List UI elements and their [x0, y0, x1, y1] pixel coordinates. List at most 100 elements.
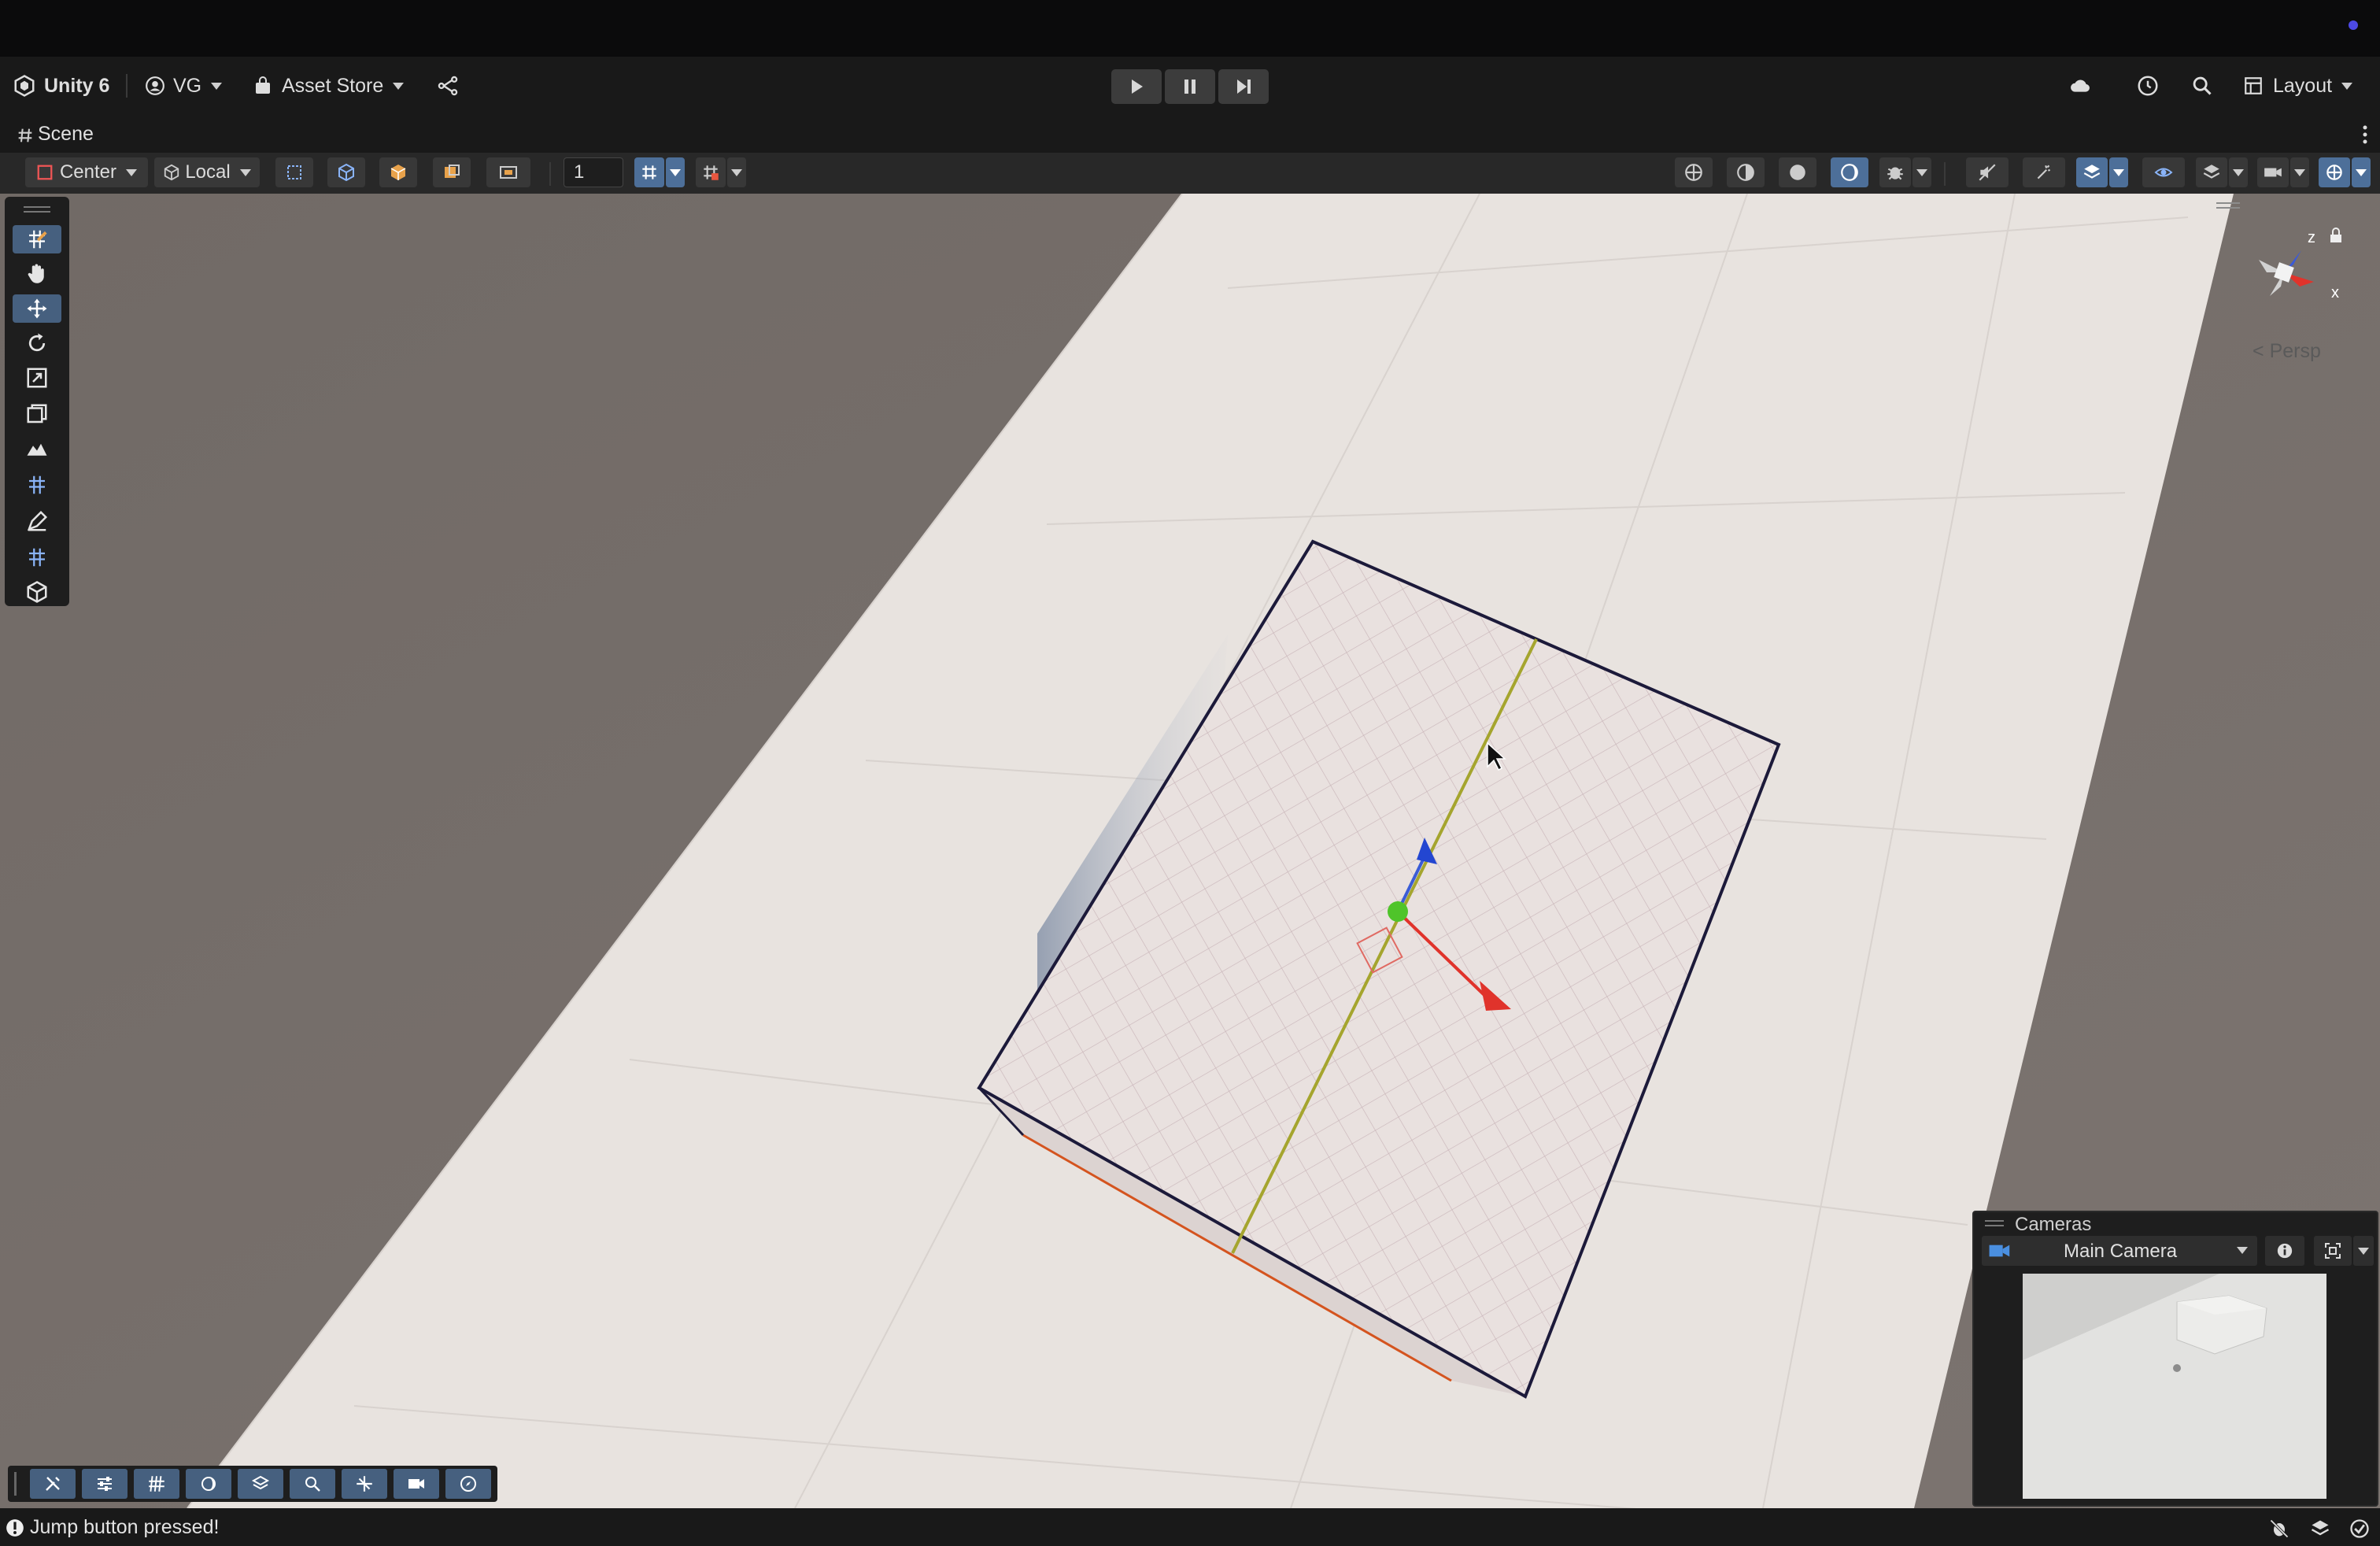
recording-indicator	[2349, 20, 2358, 30]
settings-sliders-button[interactable]	[82, 1469, 128, 1499]
camera-settings-dropdown[interactable]	[2290, 157, 2309, 187]
layers-button[interactable]	[2076, 157, 2108, 187]
snap-rect-button[interactable]	[275, 157, 313, 187]
shaded-cube-button[interactable]	[379, 157, 417, 187]
cube-icon	[338, 163, 354, 182]
tab-scene[interactable]: Scene	[38, 123, 94, 146]
camera-overlay-button[interactable]	[394, 1469, 439, 1499]
chevron-down-icon	[2294, 168, 2305, 176]
move-tool-button[interactable]	[13, 294, 61, 323]
history-button[interactable]	[2136, 57, 2160, 115]
pause-button[interactable]	[1165, 69, 1215, 104]
layout-dropdown[interactable]: Layout	[2243, 57, 2353, 115]
drag-handle[interactable]	[1985, 1220, 2004, 1222]
bottom-overlay-toolbar	[8, 1466, 497, 1502]
grid-toggle-button[interactable]	[634, 157, 664, 187]
account-dropdown[interactable]: VG	[145, 57, 223, 115]
tool-handle-button[interactable]	[433, 157, 471, 187]
compass-button[interactable]	[445, 1469, 491, 1499]
lighting-button[interactable]	[186, 1469, 231, 1499]
gizmo-icon	[2326, 165, 2342, 180]
toggle-fx-button[interactable]	[2023, 157, 2065, 187]
camera-info-button[interactable]	[2265, 1236, 2304, 1266]
drag-handle[interactable]	[14, 1472, 17, 1496]
step-button[interactable]	[1218, 69, 1269, 104]
drag-handle[interactable]	[1985, 1225, 2004, 1226]
probuilder-tool-button[interactable]	[13, 578, 61, 606]
rotate-tool-button[interactable]	[13, 329, 61, 357]
handle-icon	[445, 165, 460, 178]
edit-tool-button[interactable]	[13, 507, 61, 535]
grid-dropdown[interactable]	[666, 157, 685, 187]
rect-tool-button[interactable]	[13, 400, 61, 428]
terrain-icon	[27, 443, 47, 456]
orientation-gizmo[interactable]: z x	[2235, 219, 2345, 329]
eye-icon	[2154, 168, 2173, 177]
projection-toggle[interactable]: < Persp	[2252, 340, 2321, 363]
visibility-button[interactable]	[2142, 157, 2185, 187]
version-control-button[interactable]	[436, 57, 460, 115]
grid-paint-tool-button[interactable]	[13, 225, 61, 253]
search-overlay-button[interactable]	[290, 1469, 335, 1499]
debug-mode-dropdown[interactable]	[1913, 157, 1931, 187]
increment-snap-button[interactable]	[486, 157, 530, 187]
layers-dropdown[interactable]	[2109, 157, 2128, 187]
unlit-mode-button[interactable]	[1779, 157, 1816, 187]
search-button[interactable]	[2191, 57, 2213, 115]
camera-select-value: Main Camera	[2064, 1241, 2178, 1262]
lit-mode-button[interactable]	[1831, 157, 1868, 187]
camera-settings-button[interactable]	[2257, 157, 2289, 187]
pivot-dropdown[interactable]: Center	[25, 157, 148, 187]
grid-snap-button[interactable]	[696, 157, 726, 187]
grid-brush-tool-button[interactable]	[13, 543, 61, 571]
search-icon	[2193, 76, 2212, 95]
sliders-icon	[98, 1477, 112, 1491]
shaded-mode-button[interactable]	[1727, 157, 1765, 187]
camera-options-dropdown[interactable]	[2353, 1236, 2374, 1266]
check-circle-icon[interactable]	[2349, 1518, 2371, 1540]
toggle-2d-button[interactable]	[1966, 157, 2009, 187]
sphere-icon	[1790, 165, 1805, 180]
tools-settings-button[interactable]	[30, 1469, 76, 1499]
space-dropdown[interactable]: Local	[154, 157, 260, 187]
gizmos-button[interactable]	[2319, 157, 2350, 187]
chevron-left-icon: <	[2252, 340, 2264, 362]
rect-select-icon	[287, 165, 301, 179]
scale-tool-button[interactable]	[13, 364, 61, 392]
cube-edit-icon	[27, 581, 47, 603]
hand-tool-button[interactable]	[13, 260, 61, 288]
scene-layers-button[interactable]	[2196, 157, 2227, 187]
gizmos-dropdown[interactable]	[2352, 157, 2371, 187]
layers-icon	[2083, 165, 2101, 179]
cache-server-icon[interactable]	[2309, 1518, 2331, 1540]
camera-icon	[408, 1479, 424, 1489]
globe-icon	[1685, 164, 1702, 181]
window-title-bar	[0, 0, 2380, 57]
gizmo-y-handle[interactable]	[1388, 901, 1408, 922]
terrain-tool-button[interactable]	[13, 435, 61, 463]
unity-menu[interactable]: Unity 6	[13, 57, 109, 115]
grid-snap-dropdown[interactable]	[727, 157, 746, 187]
asset-store-dropdown[interactable]: Asset Store	[253, 57, 405, 115]
grid-snap-icon	[704, 165, 719, 180]
status-message[interactable]: Jump button pressed!	[30, 1516, 219, 1539]
debug-mode-button[interactable]	[1879, 157, 1911, 187]
grid-size-field[interactable]: 1	[564, 157, 623, 187]
camera-select[interactable]: Main Camera	[1982, 1236, 2257, 1266]
divider	[126, 74, 128, 98]
grid-select-tool-button[interactable]	[13, 471, 61, 499]
drag-handle[interactable]	[24, 206, 50, 208]
drag-handle[interactable]	[24, 211, 50, 213]
camera-frame-button[interactable]	[2314, 1236, 2352, 1266]
stack-icon	[2203, 165, 2220, 179]
layers-overlay-button[interactable]	[238, 1469, 283, 1499]
cloud-button[interactable]	[2067, 57, 2094, 115]
view-cube-button[interactable]	[327, 157, 365, 187]
play-button[interactable]	[1111, 69, 1162, 104]
draw-mode-button[interactable]	[1675, 157, 1713, 187]
grid-overlay-button[interactable]	[134, 1469, 179, 1499]
navigation-button[interactable]	[342, 1469, 387, 1499]
scene-layers-dropdown[interactable]	[2229, 157, 2248, 187]
more-options-icon[interactable]	[2361, 124, 2369, 145]
debug-off-icon[interactable]	[2268, 1518, 2290, 1540]
